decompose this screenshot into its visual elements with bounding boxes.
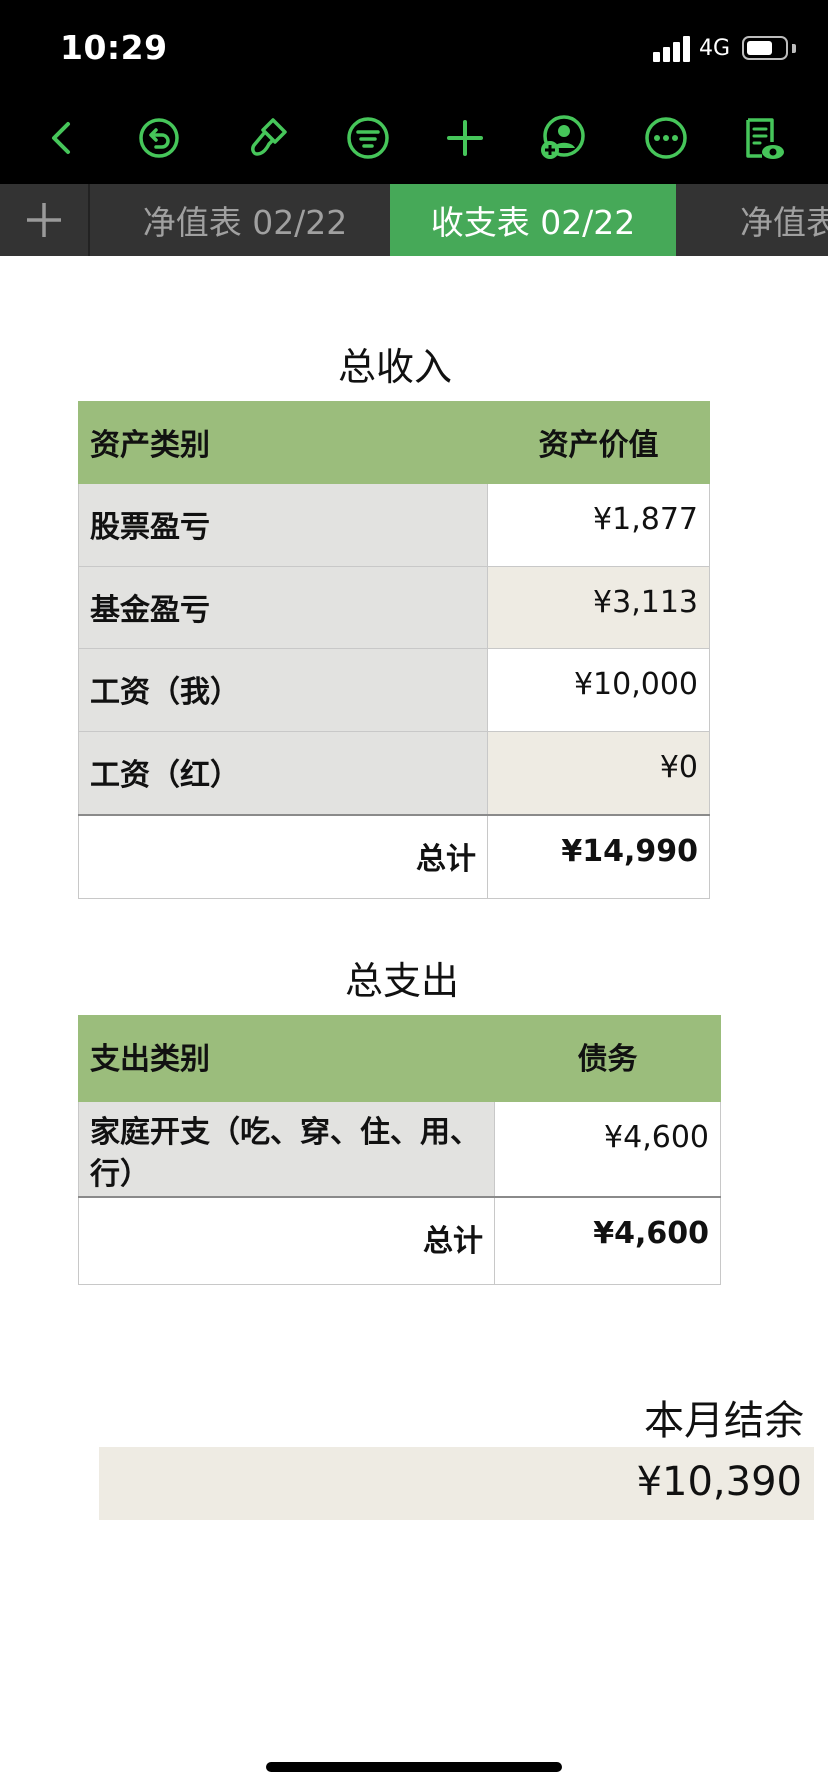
- table-row: 股票盈亏 ¥1,877: [78, 483, 710, 567]
- add-sheet-plus-icon: [27, 203, 61, 237]
- expense-header-value[interactable]: 债务: [494, 1015, 721, 1102]
- income-value-cell[interactable]: ¥1,877: [487, 483, 710, 567]
- expense-total-row: 总计 ¥4,600: [78, 1196, 721, 1285]
- income-title: 总收入: [338, 345, 453, 389]
- expense-total-value[interactable]: ¥4,600: [494, 1196, 721, 1285]
- status-time: 10:29: [60, 28, 168, 67]
- tab-net-worth-partial[interactable]: 净值表: [740, 184, 828, 256]
- network-type: 4G: [699, 36, 731, 61]
- income-total-value[interactable]: ¥14,990: [487, 813, 710, 899]
- balance-value: ¥10,390: [636, 1459, 802, 1505]
- income-value-cell[interactable]: ¥0: [487, 731, 710, 815]
- expense-value-cell[interactable]: ¥4,600: [494, 1101, 721, 1198]
- income-table: 资产类别 资产价值 股票盈亏 ¥1,877 基金盈亏 ¥3,113 工资（我） …: [78, 401, 710, 899]
- tab-income-expense-0222[interactable]: 收支表 02/22: [390, 184, 676, 256]
- tab-net-worth-0222[interactable]: 净值表 02/22: [100, 184, 390, 256]
- income-value-cell[interactable]: ¥3,113: [487, 566, 710, 649]
- expense-header-row: 支出类别 债务: [78, 1015, 721, 1102]
- table-row: 工资（我） ¥10,000: [78, 648, 710, 732]
- expense-total-label[interactable]: 总计: [78, 1196, 495, 1285]
- income-header-value[interactable]: 资产价值: [487, 401, 710, 484]
- collaborate-icon[interactable]: [536, 112, 588, 164]
- expense-header-category[interactable]: 支出类别: [78, 1015, 495, 1102]
- battery-fill: [747, 41, 772, 55]
- filter-icon[interactable]: [342, 112, 394, 164]
- income-value-cell[interactable]: ¥10,000: [487, 648, 710, 732]
- battery-icon: [742, 36, 788, 60]
- more-icon[interactable]: [640, 112, 692, 164]
- paintbrush-icon[interactable]: [241, 112, 293, 164]
- income-category-cell[interactable]: 工资（红）: [78, 731, 488, 815]
- income-category-cell[interactable]: 股票盈亏: [78, 483, 488, 567]
- table-row: 工资（红） ¥0: [78, 731, 710, 815]
- income-category-cell[interactable]: 工资（我）: [78, 648, 488, 732]
- table-row: 基金盈亏 ¥3,113: [78, 566, 710, 649]
- income-header-row: 资产类别 资产价值: [78, 401, 710, 484]
- add-sheet-button[interactable]: [0, 184, 90, 256]
- expense-table: 支出类别 债务 家庭开支（吃、穿、住、用、行） ¥4,600 总计 ¥4,600: [78, 1015, 721, 1285]
- expense-category-cell[interactable]: 家庭开支（吃、穿、住、用、行）: [78, 1101, 495, 1198]
- sheet-tabs: 净值表 02/22 收支表 02/22 净值表: [0, 184, 828, 256]
- home-indicator[interactable]: [266, 1762, 562, 1772]
- undo-icon[interactable]: [133, 112, 185, 164]
- status-bar: 10:29 4G: [0, 0, 828, 90]
- reading-mode-icon[interactable]: [736, 112, 788, 164]
- cellular-signal-icon: [653, 36, 697, 62]
- toolbar: [0, 90, 828, 184]
- balance-cell[interactable]: ¥10,390: [99, 1447, 814, 1520]
- back-chevron-icon[interactable]: [36, 112, 88, 164]
- table-row: 家庭开支（吃、穿、住、用、行） ¥4,600: [78, 1101, 721, 1198]
- battery-cap: [792, 44, 796, 53]
- expense-title: 总支出: [345, 959, 460, 1003]
- balance-label: 本月结余: [644, 1398, 804, 1444]
- income-total-row: 总计 ¥14,990: [78, 813, 710, 899]
- income-header-category[interactable]: 资产类别: [78, 401, 488, 484]
- income-total-label[interactable]: 总计: [78, 813, 488, 899]
- plus-icon[interactable]: [439, 112, 491, 164]
- income-category-cell[interactable]: 基金盈亏: [78, 566, 488, 649]
